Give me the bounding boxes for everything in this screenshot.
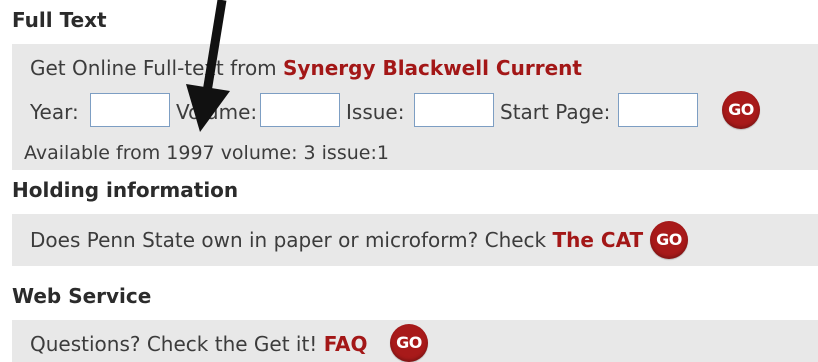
web-service-question: Questions? Check the Get it! FAQ	[30, 332, 368, 356]
volume-input[interactable]	[260, 93, 340, 127]
full-text-intro-prefix: Get Online Full-text from	[30, 56, 284, 80]
web-service-panel: Questions? Check the Get it! FAQ GO	[12, 320, 818, 362]
faq-link[interactable]: FAQ	[324, 332, 368, 356]
availability-text: Available from 1997 volume: 3 issue:1	[24, 142, 389, 164]
web-service-header: Web Service	[12, 284, 152, 308]
volume-label: Volume:	[176, 100, 258, 124]
web-service-question-prefix: Questions? Check the Get it!	[30, 332, 324, 356]
start-page-input[interactable]	[618, 93, 698, 127]
holding-question: Does Penn State own in paper or microfor…	[30, 228, 643, 252]
issue-input[interactable]	[414, 93, 494, 127]
year-label: Year:	[30, 100, 79, 124]
full-text-header: Full Text	[12, 8, 107, 32]
issue-label: Issue:	[346, 100, 405, 124]
holding-header: Holding information	[12, 178, 239, 202]
full-text-panel: Get Online Full-text from Synergy Blackw…	[12, 44, 818, 170]
synergy-blackwell-link[interactable]: Synergy Blackwell Current	[283, 56, 582, 80]
full-text-intro: Get Online Full-text from Synergy Blackw…	[30, 56, 582, 80]
web-service-go-button[interactable]: GO	[390, 324, 428, 362]
holding-go-button[interactable]: GO	[650, 221, 688, 259]
start-page-label: Start Page:	[500, 100, 611, 124]
full-text-go-button[interactable]: GO	[722, 91, 760, 129]
holding-panel: Does Penn State own in paper or microfor…	[12, 214, 818, 266]
year-input[interactable]	[90, 93, 170, 127]
holding-question-prefix: Does Penn State own in paper or microfor…	[30, 228, 553, 252]
the-cat-link[interactable]: The CAT	[552, 228, 643, 252]
